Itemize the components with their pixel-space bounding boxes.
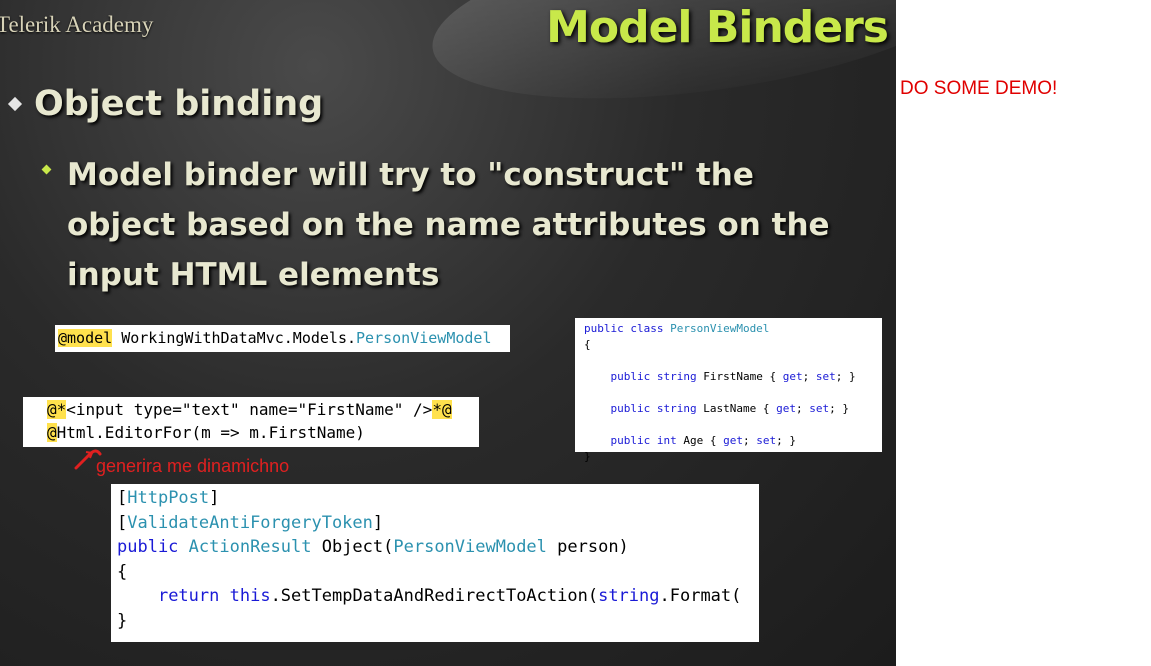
code-line: { (117, 561, 128, 582)
diamond-bullet-icon (7, 96, 23, 112)
keyword: public string (584, 402, 704, 415)
param-type: PersonViewModel (393, 537, 547, 557)
bullet-level2-text: Model binder will try to "construct" the… (67, 157, 830, 293)
model-namespace: WorkingWithDataMvc.Models. (112, 329, 357, 347)
keyword: set (815, 370, 836, 383)
bullet-level1-text: Object binding (34, 84, 324, 124)
code-line: @*<input type="text" name="FirstName" />… (47, 398, 479, 421)
type-name: PersonViewModel (670, 322, 770, 335)
slide-title: Model Binders (546, 2, 889, 53)
code-line: [ValidateAntiForgeryToken] (117, 512, 384, 533)
keyword: get (782, 370, 803, 383)
model-type: PersonViewModel (356, 329, 492, 347)
bullet-level2: Model binder will try to "construct" the… (40, 150, 870, 300)
keyword: public (117, 537, 189, 557)
property-name: FirstName { (703, 370, 783, 383)
code-line: } (584, 450, 591, 463)
code-line: } (117, 610, 128, 631)
model-directive-snippet: @model WorkingWithDataMvc.Models.PersonV… (55, 325, 510, 352)
bullet-level1: Object binding (4, 84, 323, 124)
attribute-name: ValidateAntiForgeryToken (127, 512, 373, 533)
method-call: .SetTempDataAndRedirectToAction( (270, 586, 599, 606)
model-keyword: @model (58, 329, 113, 347)
keyword: return (157, 586, 230, 606)
razor-comment-start: @* (47, 400, 67, 419)
attribute-name: HttpPost (127, 488, 210, 508)
razor-comment-end: *@ (432, 400, 452, 419)
property-name: Age { (683, 434, 724, 447)
keyword: get (723, 434, 743, 447)
code-line: public ActionResult Object(PersonViewMod… (117, 535, 759, 560)
separator: ; (742, 434, 757, 447)
separator: ; (795, 402, 810, 415)
telerik-academy-logo: Telerik Academy (0, 12, 154, 37)
action-method-snippet: [HttpPost] [ValidateAntiForgeryToken] publ… (111, 484, 759, 642)
code-line: public class PersonViewModel (584, 321, 882, 337)
keyword: get (776, 402, 796, 415)
separator: ; (802, 370, 816, 383)
slide: Telerik Academy Model Binders Object bin… (0, 0, 896, 666)
keyword: this (229, 586, 271, 606)
comment-text: <input type="text" name="FirstName" /> (66, 400, 433, 419)
diamond-bullet-icon (41, 164, 52, 175)
code-line: public string LastName { get; set; } (584, 401, 882, 417)
separator: ; } (829, 402, 849, 415)
editorfor-call: Html.EditorFor(m => m.FirstName) (56, 423, 365, 442)
editorfor-snippet: @*<input type="text" name="FirstName" />… (23, 397, 479, 447)
method-call: .Format( (659, 586, 742, 606)
separator: ; } (835, 370, 856, 383)
handwritten-annotation: generira me dinamichno (96, 456, 290, 476)
method-name: Object( (311, 537, 394, 557)
razor-at: @ (47, 423, 57, 442)
code-line: @Html.EditorFor(m => m.FirstName) (47, 421, 479, 444)
code-line: public int Age { get; set; } (584, 433, 882, 449)
code-line: public string FirstName { get; set; } (584, 369, 882, 385)
person-viewmodel-snippet: public class PersonViewModel{ public str… (575, 318, 882, 463)
code-line: [HttpPost] (117, 488, 220, 508)
return-type: ActionResult (188, 537, 312, 557)
keyword: string (598, 586, 660, 606)
demo-note: DO SOME DEMO! (900, 78, 1058, 99)
param-name: person) (546, 537, 629, 557)
separator: ; } (776, 434, 796, 447)
code-line: return this.SetTempDataAndRedirectToActi… (117, 584, 759, 609)
code-line: { (584, 338, 591, 351)
keyword: set (756, 434, 777, 447)
keyword: public class (584, 322, 671, 335)
keyword: public int (584, 434, 684, 447)
property-name: LastName { (703, 402, 777, 415)
keyword: public string (584, 370, 704, 383)
keyword: set (809, 402, 830, 415)
